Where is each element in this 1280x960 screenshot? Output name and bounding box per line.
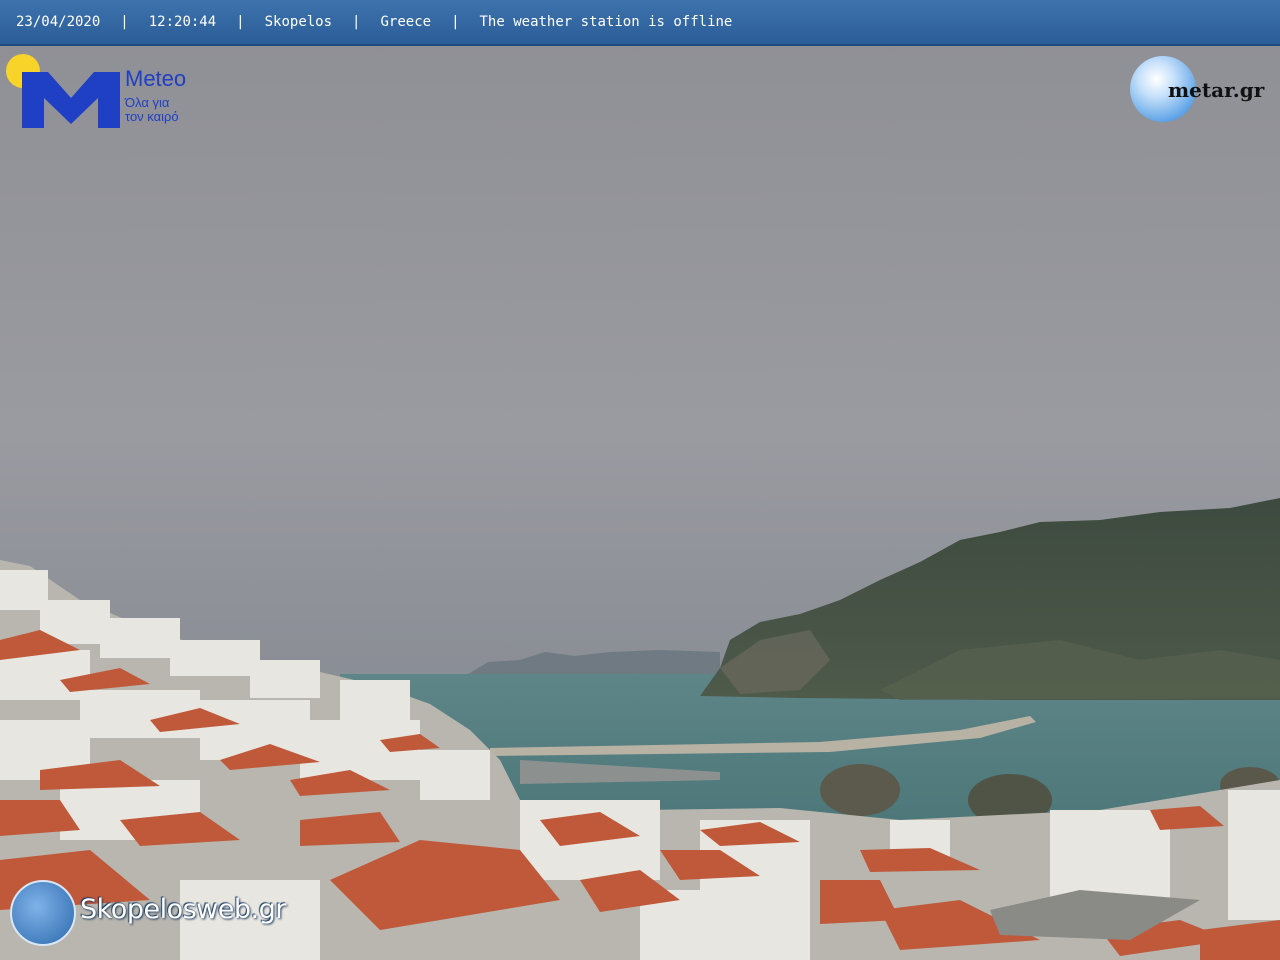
meteo-tagline-line-1: Όλα για	[125, 95, 170, 110]
station-status-text: The weather station is offline	[479, 14, 733, 30]
webcam-image	[0, 0, 1280, 960]
separator: |	[120, 14, 129, 30]
separator: |	[451, 14, 460, 30]
date-text: 23/04/2020	[16, 14, 101, 30]
meteo-m-icon	[22, 72, 120, 128]
country-text: Greece	[380, 14, 432, 30]
time-text: 12:20:44	[148, 14, 217, 30]
meteo-tagline-line-2: τον καιρό	[125, 109, 179, 124]
meteo-tagline: Όλα για τον καιρό	[125, 96, 179, 124]
skopelosweb-logo: Skopelosweb.gr	[8, 878, 328, 950]
meteo-logo: Meteo Όλα για τον καιρό	[4, 52, 204, 128]
separator: |	[352, 14, 361, 30]
skopelosweb-wordmark: Skopelosweb.gr	[80, 894, 286, 925]
location-text: Skopelos	[264, 14, 333, 30]
island-globe-icon	[10, 880, 76, 946]
info-bar: 23/04/2020 | 12:20:44 | Skopelos | Greec…	[0, 0, 1280, 46]
meteo-wordmark: Meteo	[125, 66, 187, 91]
metar-wordmark: metar.gr	[1168, 78, 1265, 102]
metar-logo: metar.gr	[1128, 54, 1278, 126]
separator: |	[236, 14, 245, 30]
